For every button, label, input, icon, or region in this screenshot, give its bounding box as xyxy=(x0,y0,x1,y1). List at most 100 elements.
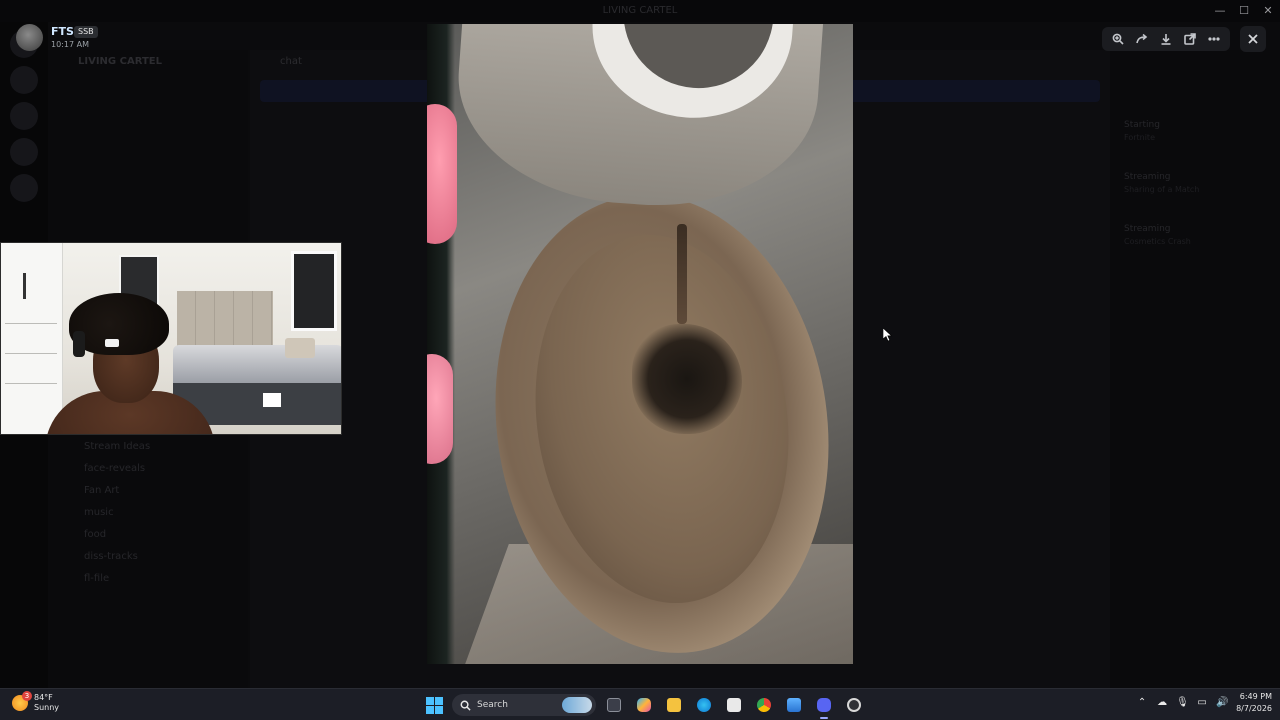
chrome-button[interactable] xyxy=(752,693,776,717)
system-tray: ⌃ ☁ 🎙 ▭ 🔊 6:49 PM 8/7/2026 xyxy=(1136,691,1272,715)
discord-button[interactable] xyxy=(812,693,836,719)
minimize-button[interactable]: — xyxy=(1208,0,1232,22)
folder-icon xyxy=(667,698,681,712)
member-activity: Fortnite xyxy=(1124,133,1155,142)
copilot-icon xyxy=(637,698,651,712)
windows-logo-icon xyxy=(434,696,443,705)
member-item[interactable]: Streaming Cosmetics Crash xyxy=(1110,214,1280,266)
window-controls: — ☐ ✕ xyxy=(1208,0,1280,22)
photo-stain-streak xyxy=(677,224,687,324)
zoom-icon xyxy=(1112,33,1124,45)
photo-finger xyxy=(427,104,457,244)
task-view-button[interactable] xyxy=(602,693,626,717)
member-spacer xyxy=(1110,50,1280,110)
member-activity: Sharing of a Match xyxy=(1124,185,1200,194)
cam-headset xyxy=(73,331,85,357)
server-icon[interactable] xyxy=(10,66,38,94)
server-icon[interactable] xyxy=(10,174,38,202)
member-item[interactable]: Streaming Sharing of a Match xyxy=(1110,162,1280,214)
more-icon xyxy=(1208,37,1220,41)
chrome-icon xyxy=(757,698,771,712)
start-button[interactable] xyxy=(422,693,446,717)
viewer-tool-group xyxy=(1102,27,1230,51)
photo-stain xyxy=(632,324,742,434)
cam-tag xyxy=(263,393,281,407)
clock-date: 8/7/2026 xyxy=(1236,704,1272,713)
search-label: Search xyxy=(477,700,508,710)
store-button[interactable] xyxy=(722,693,746,717)
chevron-up-icon[interactable]: ⌃ xyxy=(1136,697,1148,709)
close-viewer-button[interactable] xyxy=(1240,26,1266,52)
screen: LIVING CARTEL — ☐ ✕ LIVING CARTEL fights… xyxy=(0,0,1280,688)
viewer-toolbar xyxy=(1102,26,1266,52)
close-icon xyxy=(1248,34,1258,44)
weather-widget[interactable]: 3 84°F Sunny xyxy=(12,691,59,713)
clock-time: 6:49 PM xyxy=(1239,692,1272,701)
member-list: Starting Fortnite Streaming Sharing of a… xyxy=(1110,50,1280,688)
channel-item[interactable]: diss-tracks xyxy=(48,547,248,569)
windows-logo-icon xyxy=(425,705,434,714)
more-button[interactable] xyxy=(1202,27,1226,51)
member-item[interactable]: Starting Fortnite xyxy=(1110,110,1280,162)
cam-person xyxy=(45,291,215,434)
open-external-icon xyxy=(1184,33,1196,45)
server-icon[interactable] xyxy=(10,102,38,130)
member-name: Streaming xyxy=(1124,172,1171,182)
weather-text: 84°F Sunny xyxy=(34,693,59,713)
edge-icon xyxy=(697,698,711,712)
discord-icon xyxy=(817,698,831,712)
clock[interactable]: 6:49 PM 8/7/2026 xyxy=(1236,691,1272,715)
member-activity: Cosmetics Crash xyxy=(1124,237,1191,246)
avatar[interactable] xyxy=(16,24,43,51)
photo-finger xyxy=(427,354,453,464)
download-icon xyxy=(1161,34,1171,45)
close-window-button[interactable]: ✕ xyxy=(1256,0,1280,22)
channel-item[interactable]: food xyxy=(48,525,248,547)
cloud-icon[interactable]: ☁ xyxy=(1156,697,1168,709)
server-icon[interactable] xyxy=(10,138,38,166)
channel-item[interactable]: music xyxy=(48,503,248,525)
windows-logo-icon xyxy=(434,705,443,714)
weather-condition: Sunny xyxy=(34,703,60,712)
store-icon xyxy=(727,698,741,712)
window-title: LIVING CARTEL xyxy=(0,0,1280,22)
sun-icon: 3 xyxy=(12,691,32,711)
cam-handle xyxy=(23,273,26,299)
taskbar-apps: Search xyxy=(422,693,866,719)
obs-button[interactable] xyxy=(842,693,866,717)
channel-item[interactable]: face-reveals xyxy=(48,459,248,481)
poster-name[interactable]: FTS xyxy=(51,25,74,38)
member-name: Streaming xyxy=(1124,224,1171,234)
mic-icon[interactable]: 🎙 xyxy=(1176,697,1189,709)
edge-button[interactable] xyxy=(692,693,716,717)
webcam-overlay xyxy=(0,242,342,435)
open-external-button[interactable] xyxy=(1178,27,1202,51)
post-timestamp: 10:17 AM xyxy=(51,40,89,49)
server-name[interactable]: LIVING CARTEL xyxy=(48,50,248,73)
channel-item[interactable]: fl-file xyxy=(48,569,248,591)
weather-badge: 3 xyxy=(22,691,32,701)
taskbar: 3 84°F Sunny Search ⌃ ☁ 🎙 ▭ 🔊 6:49 PM 8/… xyxy=(0,688,1280,720)
obs-icon xyxy=(847,698,861,712)
weather-temp: 84°F xyxy=(34,693,53,702)
copilot-button[interactable] xyxy=(632,693,656,717)
channel-item[interactable]: Fan Art xyxy=(48,481,248,503)
media-image[interactable] xyxy=(427,24,853,664)
cam-patch xyxy=(105,339,119,347)
channel-item[interactable]: Stream Ideas xyxy=(48,437,248,459)
forward-button[interactable] xyxy=(1130,27,1154,51)
search-highlight-art xyxy=(562,697,592,713)
task-view-icon xyxy=(607,698,621,712)
download-button[interactable] xyxy=(1154,27,1178,51)
maximize-button[interactable]: ☐ xyxy=(1232,0,1256,22)
taskbar-search[interactable]: Search xyxy=(452,694,596,716)
mouse-cursor-icon xyxy=(883,328,893,342)
file-explorer-button[interactable] xyxy=(662,693,686,717)
cam-lamp xyxy=(285,338,315,358)
cam-window xyxy=(291,251,337,331)
photos-button[interactable] xyxy=(782,693,806,717)
zoom-button[interactable] xyxy=(1106,27,1130,51)
volume-icon[interactable]: 🔊 xyxy=(1216,697,1228,709)
monitor-icon[interactable]: ▭ xyxy=(1196,697,1208,709)
windows-logo-icon xyxy=(425,696,434,705)
